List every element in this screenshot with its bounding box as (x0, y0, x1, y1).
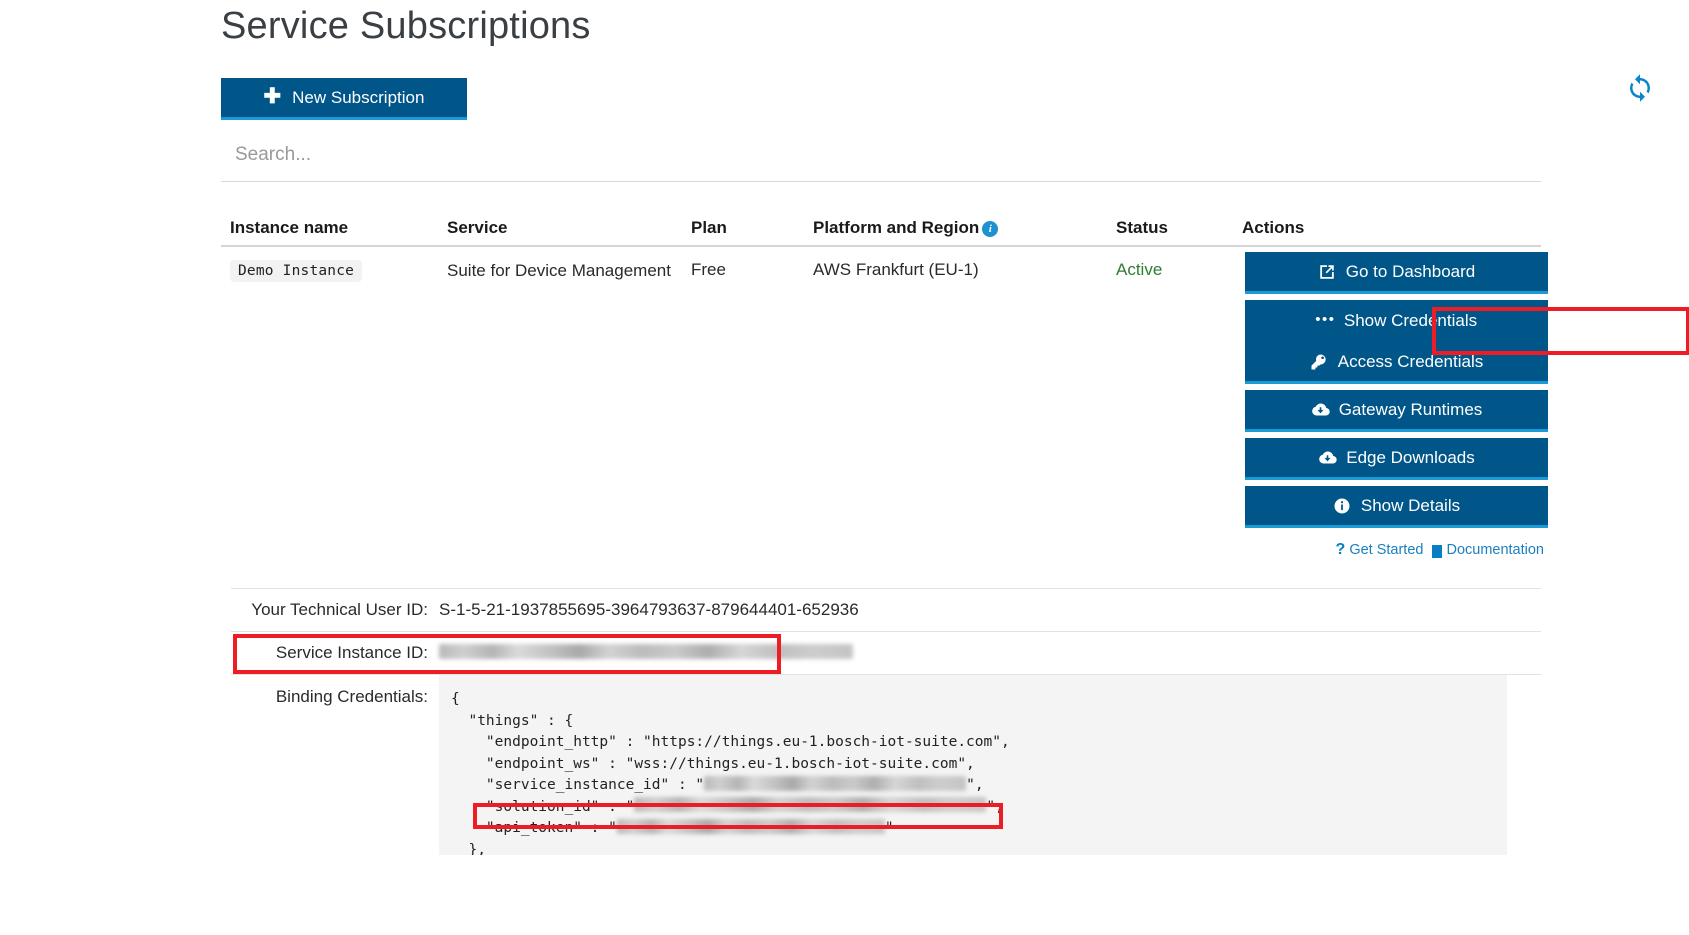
get-started-label: Get Started (1349, 542, 1424, 558)
new-subscription-button[interactable]: ✚ New Subscription (221, 78, 467, 120)
cloud-download-icon (1311, 400, 1330, 419)
column-header-instance-name: Instance name (230, 218, 349, 237)
column-header-actions: Actions (1242, 218, 1305, 237)
column-header-platform-label: Platform and Region (813, 218, 980, 237)
info-icon[interactable]: i (982, 221, 999, 237)
code-key: "api_token" : " (451, 820, 617, 836)
redacted-value (616, 818, 885, 834)
edge-downloads-button[interactable]: Edge Downloads (1245, 438, 1548, 480)
instance-name-badge: Demo Instance (230, 260, 363, 282)
page-title: Service Subscriptions (221, 5, 591, 47)
search-field-wrapper[interactable] (221, 137, 1541, 182)
code-line: { (451, 691, 460, 707)
code-line-api-token: "api_token" : " " (451, 818, 1507, 840)
redacted-value (704, 775, 967, 791)
documentation-label: Documentation (1446, 542, 1544, 558)
code-line-service-instance-id: "service_instance_id" : " ", (451, 775, 1507, 797)
access-credentials-label: Access Credentials (1337, 351, 1484, 371)
ellipsis-icon: ••• (1315, 310, 1336, 328)
key-icon (1310, 352, 1329, 371)
go-to-dashboard-button[interactable]: Go to Dashboard (1245, 252, 1548, 294)
info-circle-icon (1333, 496, 1352, 515)
cell-actions: Go to Dashboard ••• Show Credentials Acc… (1242, 252, 1548, 577)
search-input[interactable] (221, 137, 1541, 173)
documentation-link[interactable]: Documentation (1429, 542, 1544, 558)
refresh-icon[interactable] (1625, 73, 1655, 103)
helper-links: ? Get Started Documentation (1245, 541, 1548, 559)
show-credentials-button[interactable]: ••• Show Credentials (1245, 300, 1548, 342)
code-line-solution-id: "solution_id" : " ", (451, 797, 1507, 819)
show-details-button[interactable]: Show Details (1245, 486, 1548, 528)
cloud-download-icon (1318, 448, 1337, 467)
column-header-status: Status (1116, 218, 1168, 237)
code-line: }, (451, 841, 486, 856)
show-details-label: Show Details (1360, 495, 1461, 515)
cell-plan: Free (691, 260, 726, 279)
code-tail: " (884, 820, 894, 836)
service-instance-id-value (437, 632, 1541, 663)
service-instance-id-row: Service Instance ID: (231, 631, 1541, 674)
external-link-icon (1318, 262, 1337, 281)
go-to-dashboard-label: Go to Dashboard (1345, 261, 1476, 281)
code-line: "endpoint_ws" : "wss://things.eu-1.bosch… (451, 755, 975, 772)
book-icon (1429, 544, 1443, 558)
binding-credentials-code: { "things" : { "endpoint_http" : "https:… (439, 675, 1507, 855)
show-credentials-label: Show Credentials (1343, 311, 1478, 330)
technical-user-id-label: Your Technical User ID: (251, 600, 428, 619)
edge-downloads-label: Edge Downloads (1346, 447, 1475, 467)
plus-icon: ✚ (263, 85, 282, 108)
service-instance-id-label: Service Instance ID: (275, 643, 428, 662)
access-credentials-button[interactable]: Access Credentials (1245, 342, 1548, 384)
cell-instance-name: Demo Instance (221, 260, 447, 577)
status-badge: Active (1116, 260, 1163, 279)
subscriptions-table: Instance name Service Plan Platform and … (221, 200, 1548, 577)
gateway-runtimes-button[interactable]: Gateway Runtimes (1245, 390, 1548, 432)
code-tail: ", (986, 798, 1004, 815)
redacted-value (634, 797, 987, 812)
gateway-runtimes-label: Gateway Runtimes (1338, 399, 1483, 419)
redacted-value (439, 644, 853, 660)
table-row: Demo Instance Suite for Device Managemen… (221, 247, 1548, 577)
column-header-plan: Plan (691, 218, 727, 237)
code-key: "solution_id" : " (451, 798, 635, 815)
cell-platform-and-region: AWS Frankfurt (EU-1) (813, 260, 979, 279)
code-line: "things" : { (451, 712, 574, 729)
table-header-row: Instance name Service Plan Platform and … (221, 200, 1541, 247)
technical-user-id-value: S-1-5-21-1937855695-3964793637-879644401… (439, 600, 859, 619)
new-subscription-label: New Subscription (292, 87, 425, 107)
code-tail: ", (966, 777, 984, 793)
service-subscriptions-page: Service Subscriptions ✚ New Subscription… (0, 0, 1689, 935)
code-key: "service_instance_id" : " (451, 777, 705, 793)
binding-credentials-row: Binding Credentials: { "things" : { "end… (231, 674, 1541, 855)
code-line: "endpoint_http" : "https://things.eu-1.b… (451, 734, 1010, 750)
details-section: Your Technical User ID: S-1-5-21-1937855… (231, 588, 1541, 855)
binding-credentials-label: Binding Credentials: (275, 687, 428, 706)
technical-user-id-row: Your Technical User ID: S-1-5-21-1937855… (231, 588, 1541, 631)
question-mark-icon: ? (1335, 541, 1346, 558)
column-header-platform-and-region: Platform and Region i (813, 218, 1116, 238)
action-buttons-stack: Go to Dashboard ••• Show Credentials Acc… (1245, 252, 1548, 559)
get-started-link[interactable]: ? Get Started (1336, 541, 1424, 559)
cell-service: Suite for Device Management (447, 261, 671, 280)
column-header-service: Service (447, 218, 508, 237)
